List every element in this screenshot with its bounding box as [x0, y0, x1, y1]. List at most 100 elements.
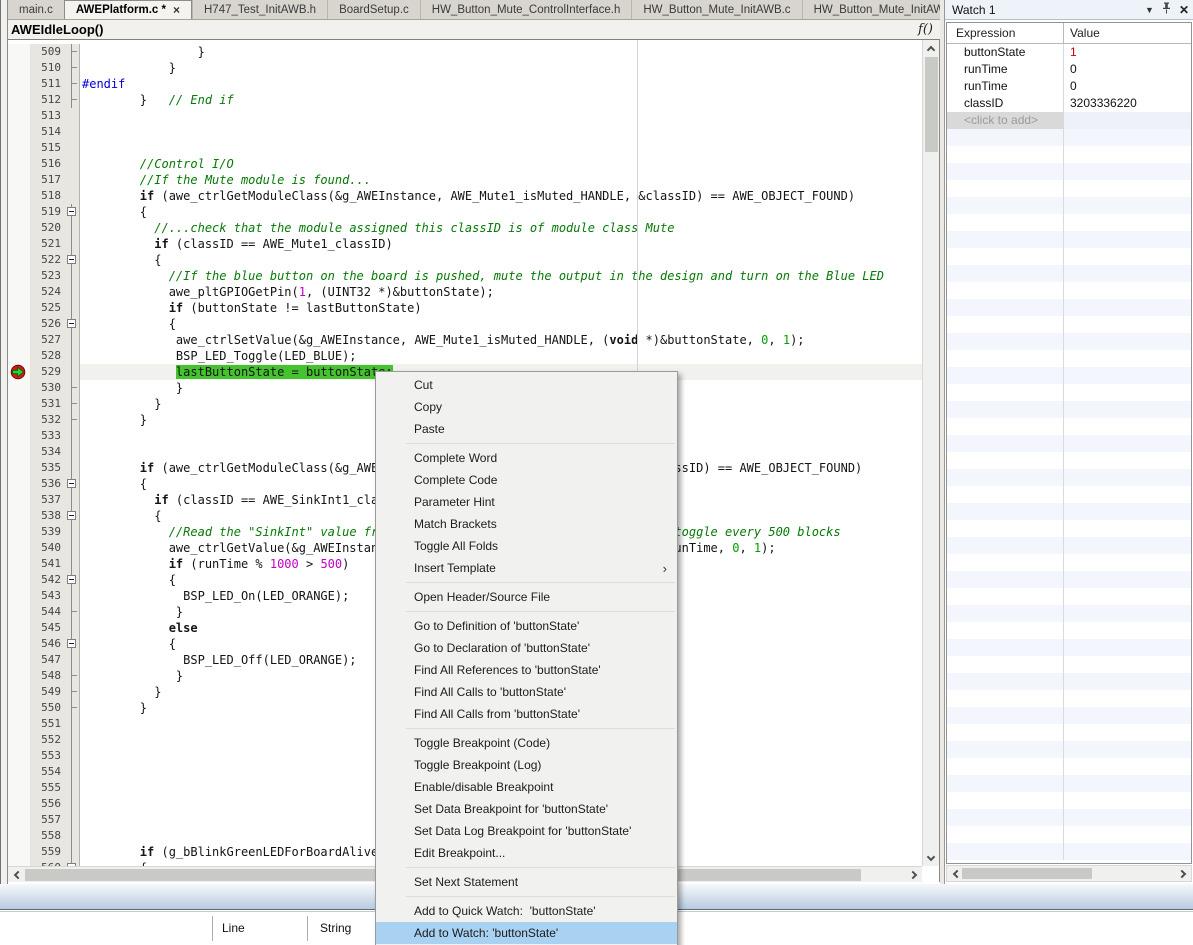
- menu-item-find-all-calls-from-buttonstate[interactable]: Find All Calls from 'buttonState': [376, 703, 677, 725]
- watch-empty-row[interactable]: [947, 214, 1191, 231]
- watch-expression-cell[interactable]: [947, 129, 1064, 146]
- watch-empty-row[interactable]: [947, 775, 1191, 792]
- menu-item-set-next-statement[interactable]: Set Next Statement: [376, 871, 677, 893]
- code-text[interactable]: awe_ctrlSetValue(&g_AWEInstance, AWE_Mut…: [80, 332, 922, 348]
- watch-value-cell[interactable]: [1064, 809, 1191, 826]
- watch-value-cell[interactable]: [1064, 554, 1191, 571]
- watch-expression-cell[interactable]: classID: [947, 95, 1064, 112]
- scroll-right-icon[interactable]: [906, 867, 922, 883]
- watch-empty-row[interactable]: [947, 418, 1191, 435]
- tab-boardsetup-c[interactable]: BoardSetup.c: [327, 0, 420, 19]
- breakpoint-gutter[interactable]: [8, 812, 30, 828]
- watch-value-cell[interactable]: [1064, 656, 1191, 673]
- watch-value-cell[interactable]: [1064, 724, 1191, 741]
- watch-empty-row[interactable]: [947, 299, 1191, 316]
- watch-expression-cell[interactable]: runTime: [947, 61, 1064, 78]
- menu-item-match-brackets[interactable]: Match Brackets: [376, 513, 677, 535]
- breakpoint-gutter[interactable]: [8, 396, 30, 412]
- watch-expression-cell[interactable]: [947, 826, 1064, 843]
- breakpoint-gutter[interactable]: [8, 748, 30, 764]
- watch-expression-cell[interactable]: [947, 622, 1064, 639]
- watch-scroll-thumb[interactable]: [962, 868, 1092, 879]
- watch-value-cell[interactable]: [1064, 401, 1191, 418]
- watch-expression-cell[interactable]: [947, 197, 1064, 214]
- watch-value-cell[interactable]: [1064, 163, 1191, 180]
- breakpoint-gutter[interactable]: [8, 652, 30, 668]
- watch-value-cell[interactable]: [1064, 316, 1191, 333]
- watch-empty-row[interactable]: [947, 248, 1191, 265]
- watch-expression-cell[interactable]: [947, 350, 1064, 367]
- tab-close-icon[interactable]: ×: [173, 3, 180, 17]
- watch-expression-cell[interactable]: [947, 146, 1064, 163]
- watch-expression-cell[interactable]: [947, 367, 1064, 384]
- tab-main-c[interactable]: main.c: [8, 0, 64, 19]
- breakpoint-gutter[interactable]: [8, 492, 30, 508]
- code-text[interactable]: if (awe_ctrlGetModuleClass(&g_AWEInstanc…: [80, 188, 922, 204]
- watch-value-cell[interactable]: [1064, 605, 1191, 622]
- watch-expression-cell[interactable]: [947, 843, 1064, 860]
- watch-value-cell[interactable]: [1064, 112, 1191, 129]
- watch-value-cell[interactable]: [1064, 758, 1191, 775]
- watch-value-cell[interactable]: 0: [1064, 78, 1191, 95]
- watch-value-cell[interactable]: 3203336220: [1064, 95, 1191, 112]
- code-text[interactable]: [80, 124, 922, 140]
- breakpoint-gutter[interactable]: [8, 204, 30, 220]
- watch-expression-cell[interactable]: [947, 537, 1064, 554]
- watch-empty-row[interactable]: [947, 384, 1191, 401]
- fold-collapse-icon[interactable]: [67, 479, 76, 488]
- code-text[interactable]: {: [80, 316, 922, 332]
- code-text[interactable]: } // End if: [80, 92, 922, 108]
- watch-col-value[interactable]: Value: [1064, 23, 1191, 43]
- watch-expression-cell[interactable]: [947, 520, 1064, 537]
- menu-item-edit-breakpoint[interactable]: Edit Breakpoint...: [376, 842, 677, 864]
- scroll-up-icon[interactable]: [923, 40, 939, 56]
- breakpoint-gutter[interactable]: [8, 108, 30, 124]
- menu-item-enable-disable-breakpoint[interactable]: Enable/disable Breakpoint: [376, 776, 677, 798]
- fold-collapse-icon[interactable]: [67, 639, 76, 648]
- watch-col-expression[interactable]: Expression: [947, 23, 1064, 43]
- breakpoint-gutter[interactable]: [8, 732, 30, 748]
- fold-collapse-icon[interactable]: [67, 255, 76, 264]
- scroll-left-icon[interactable]: [8, 867, 24, 883]
- watch-empty-row[interactable]: [947, 707, 1191, 724]
- breakpoint-gutter[interactable]: [8, 444, 30, 460]
- watch-expression-cell[interactable]: [947, 418, 1064, 435]
- watch-empty-row[interactable]: [947, 758, 1191, 775]
- watch-expression-cell[interactable]: [947, 690, 1064, 707]
- fold-collapse-icon[interactable]: [67, 511, 76, 520]
- menu-item-complete-code[interactable]: Complete Code: [376, 469, 677, 491]
- watch-value-cell[interactable]: [1064, 741, 1191, 758]
- watch-value-cell[interactable]: [1064, 503, 1191, 520]
- tab-hw-button-mute-initawb-c[interactable]: HW_Button_Mute_InitAWB.c: [631, 0, 801, 19]
- watch-value-cell[interactable]: [1064, 231, 1191, 248]
- watch-expression-cell[interactable]: [947, 452, 1064, 469]
- breakpoint-gutter[interactable]: [8, 332, 30, 348]
- watch-empty-row[interactable]: [947, 197, 1191, 214]
- code-text[interactable]: }: [80, 60, 922, 76]
- breakpoint-gutter[interactable]: [8, 540, 30, 556]
- menu-item-go-to-declaration-of-buttonstate[interactable]: Go to Declaration of 'buttonState': [376, 637, 677, 659]
- menu-item-go-to-definition-of-buttonstate[interactable]: Go to Definition of 'buttonState': [376, 615, 677, 637]
- watch-empty-row[interactable]: [947, 146, 1191, 163]
- watch-expression-cell[interactable]: [947, 639, 1064, 656]
- breakpoint-gutter[interactable]: [8, 220, 30, 236]
- watch-expression-cell[interactable]: [947, 775, 1064, 792]
- goto-function-icon[interactable]: f(): [918, 22, 933, 37]
- watch-empty-row[interactable]: [947, 843, 1191, 860]
- watch-empty-row[interactable]: [947, 129, 1191, 146]
- watch-expression-cell[interactable]: [947, 265, 1064, 282]
- watch-empty-row[interactable]: [947, 588, 1191, 605]
- watch-empty-row[interactable]: [947, 554, 1191, 571]
- watch-value-cell[interactable]: [1064, 469, 1191, 486]
- code-text[interactable]: [80, 140, 922, 156]
- watch-expression-cell[interactable]: [947, 792, 1064, 809]
- tab-h747-test-initawb-h[interactable]: H747_Test_InitAWB.h: [192, 0, 327, 19]
- code-text[interactable]: if (buttonState != lastButtonState): [80, 300, 922, 316]
- watch-scroll-right-icon[interactable]: [1175, 866, 1191, 882]
- watch-scroll-left-icon[interactable]: [947, 866, 963, 882]
- menu-item-toggle-breakpoint-code[interactable]: Toggle Breakpoint (Code): [376, 732, 677, 754]
- watch-value-cell[interactable]: 0: [1064, 61, 1191, 78]
- watch-expression-cell[interactable]: [947, 503, 1064, 520]
- breakpoint-gutter[interactable]: [8, 252, 30, 268]
- watch-value-cell[interactable]: [1064, 486, 1191, 503]
